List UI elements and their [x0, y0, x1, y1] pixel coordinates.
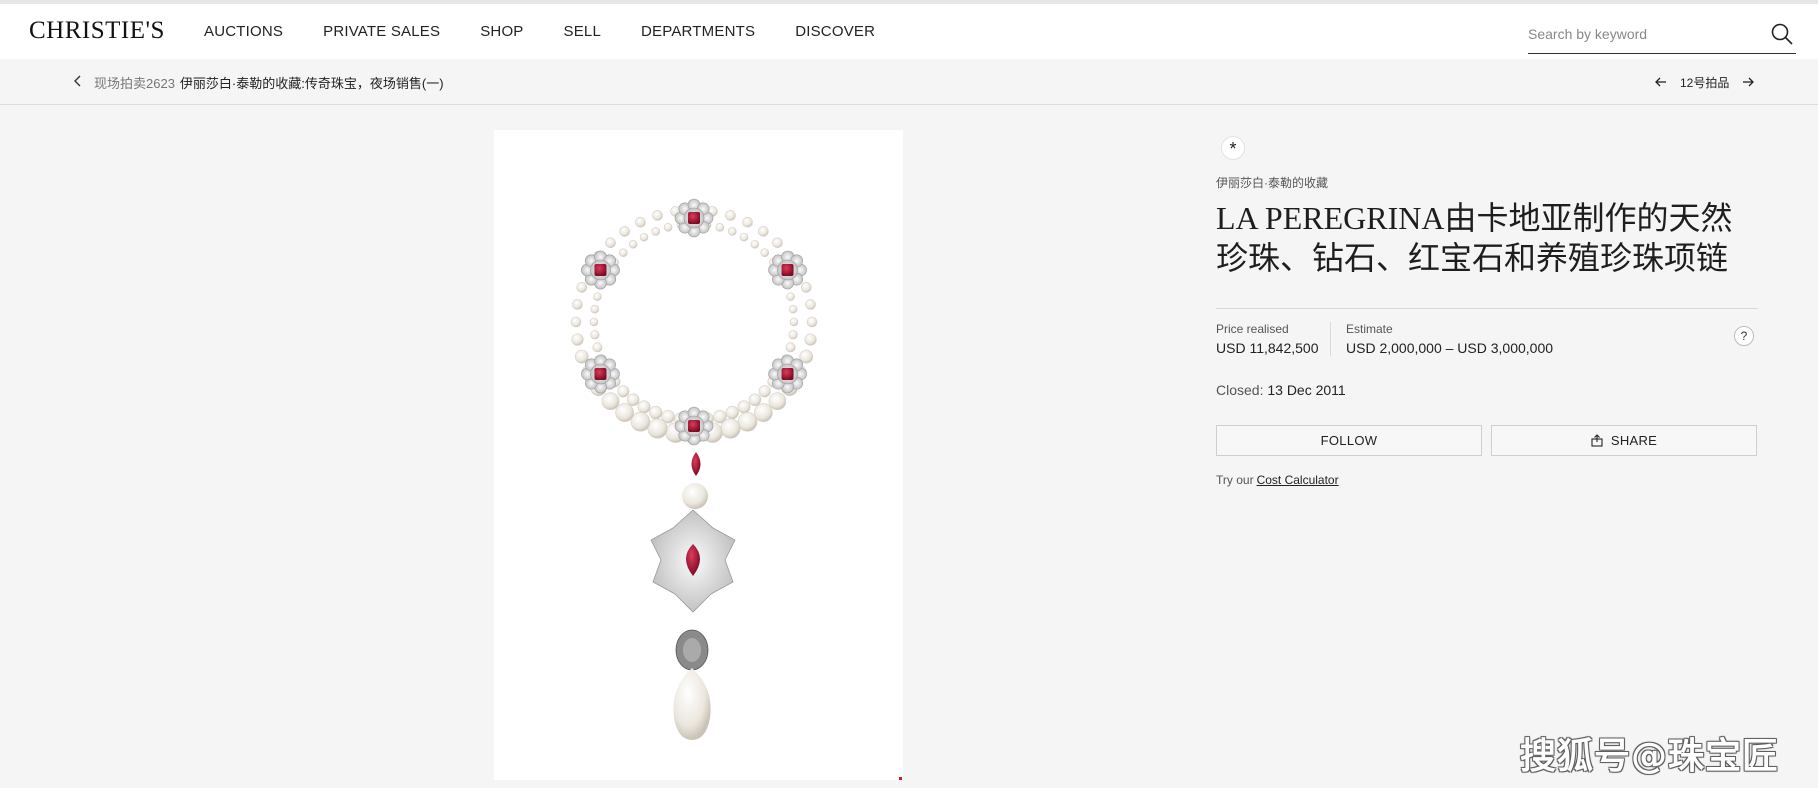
lot-navigation: 12号拍品	[1654, 73, 1755, 91]
nav-auctions[interactable]: AUCTIONS	[204, 23, 283, 40]
breadcrumb[interactable]: 现场拍卖2623 伊丽莎白·泰勒的收藏:传奇珠宝，夜场销售(一)	[94, 73, 444, 92]
chevron-left-icon[interactable]	[71, 74, 85, 88]
share-button[interactable]: SHARE	[1491, 425, 1757, 456]
image-marker	[899, 777, 902, 780]
lot-number: 12号拍品	[1680, 75, 1730, 90]
watermark: 搜狐号@珠宝匠	[1520, 736, 1780, 777]
price-realised-value: USD 11,842,500	[1216, 340, 1319, 356]
estimate-label: Estimate	[1346, 322, 1393, 336]
sale-number: 现场拍卖2623	[94, 76, 175, 91]
lot-image[interactable]	[494, 130, 903, 780]
estimate: Estimate USD 2,000,000 – USD 3,000,000	[1346, 322, 1553, 356]
lot-title: LA PEREGRINA由卡地亚制作的天然珍珠、钻石、红宝石和养殖珍珠项链	[1216, 200, 1733, 276]
nav-sell[interactable]: SELL	[564, 23, 602, 40]
collection-name[interactable]: 伊丽莎白·泰勒的收藏	[1216, 174, 1328, 191]
share-icon	[1591, 434, 1603, 447]
search-box	[1528, 18, 1796, 54]
search-input[interactable]	[1528, 22, 1748, 46]
nav-private-sales[interactable]: PRIVATE SALES	[323, 23, 440, 40]
sale-bar: 现场拍卖2623 伊丽莎白·泰勒的收藏:传奇珠宝，夜场销售(一) 12号拍品	[0, 59, 1818, 105]
sale-title: 伊丽莎白·泰勒的收藏:传奇珠宝，夜场销售(一)	[179, 76, 444, 91]
closed-label: Closed:	[1216, 382, 1264, 398]
divider	[1216, 308, 1758, 309]
christies-logo[interactable]: CHRISTIE'S	[29, 17, 165, 45]
nav-departments[interactable]: DEPARTMENTS	[641, 23, 755, 40]
price-separator	[1330, 322, 1331, 356]
main-nav: AUCTIONS PRIVATE SALES SHOP SELL DEPARTM…	[204, 23, 915, 40]
price-realised-label: Price realised	[1216, 322, 1289, 336]
follow-label: FOLLOW	[1320, 433, 1378, 448]
nav-shop[interactable]: SHOP	[480, 23, 523, 40]
estimate-value: USD 2,000,000 – USD 3,000,000	[1346, 340, 1554, 356]
arrow-left-icon[interactable]	[1654, 75, 1668, 89]
site-header: CHRISTIE'S AUCTIONS PRIVATE SALES SHOP S…	[0, 4, 1818, 59]
nav-discover[interactable]: DISCOVER	[795, 23, 875, 40]
share-label: SHARE	[1610, 433, 1658, 448]
lot-badge: *	[1221, 136, 1245, 160]
cost-calculator-link[interactable]: Cost Calculator	[1257, 473, 1339, 487]
cost-calculator: Try our Cost Calculator	[1216, 473, 1339, 487]
search-icon[interactable]	[1770, 22, 1794, 46]
follow-button[interactable]: FOLLOW	[1216, 425, 1482, 456]
arrow-right-icon[interactable]	[1741, 75, 1755, 89]
closed-date-value: 13 Dec 2011	[1267, 382, 1346, 398]
necklace-image	[570, 198, 818, 740]
help-icon[interactable]: ?	[1734, 326, 1754, 346]
closed-date: Closed: 13 Dec 2011	[1216, 382, 1346, 398]
price-realised: Price realised USD 11,842,500	[1216, 322, 1318, 356]
calc-prefix: Try our	[1216, 473, 1254, 487]
